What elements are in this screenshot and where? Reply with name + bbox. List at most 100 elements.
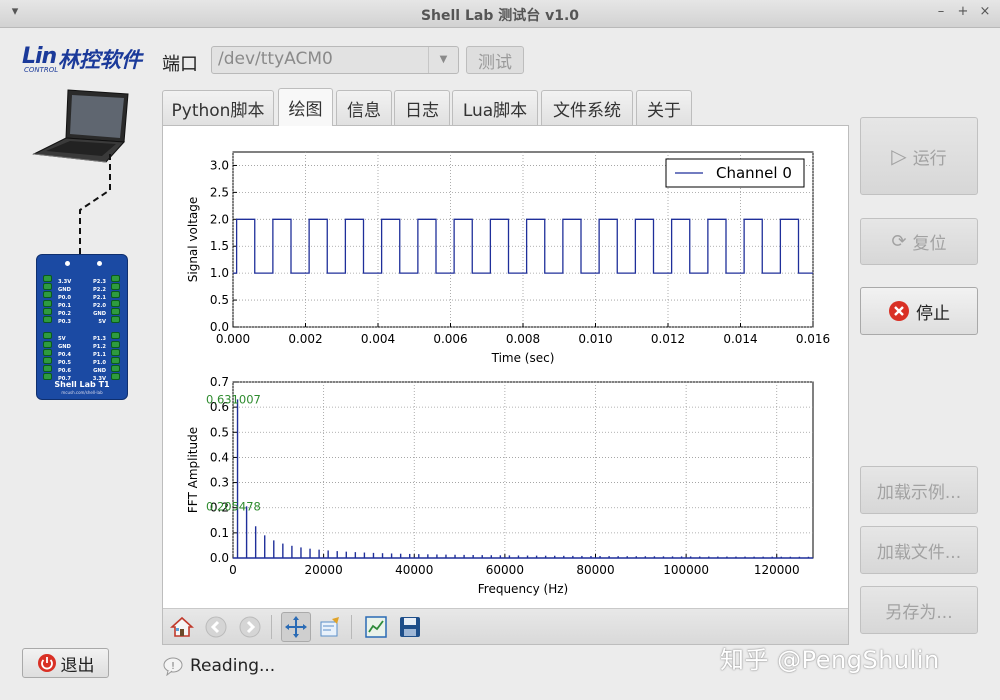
board-pin-label — [93, 327, 106, 335]
x-tick-label: 0.014 — [723, 332, 757, 346]
plot-toolbar — [163, 608, 848, 644]
board-pin-label: GND — [93, 311, 106, 318]
y-tick-label: 2.5 — [210, 185, 229, 199]
title-bar: ▾ Shell Lab 测试台 v1.0 – + × — [0, 0, 1000, 28]
x-tick-label: 0.004 — [361, 332, 395, 346]
x-tick-label: 80000 — [576, 563, 614, 577]
close-button[interactable]: × — [976, 4, 994, 19]
status-bar: ! Reading... — [162, 656, 275, 676]
exit-button[interactable]: 退出 — [22, 648, 109, 678]
chevron-down-icon[interactable]: ▼ — [428, 47, 458, 73]
board-pin-label: P0.0 — [58, 295, 71, 302]
x-tick-label: 0.016 — [796, 332, 830, 346]
port-value: /dev/ttyACM0 — [218, 49, 333, 69]
board-pin-label: 5V — [58, 335, 66, 342]
board-pin-label: P2.3 — [93, 279, 106, 285]
y-tick-label: 0.0 — [210, 551, 229, 565]
tab-plot[interactable]: 绘图 — [278, 88, 333, 126]
board-right-pin-labels: P2.3 P2.2 P2.1 P2.0 GND 5V P1.3 P1.2 P1.1 P1.0 GN… — [93, 278, 106, 383]
zoom-fit-icon[interactable] — [361, 612, 391, 642]
run-button[interactable]: ▷ 运行 — [860, 117, 978, 195]
x-tick-label: 100000 — [663, 563, 709, 577]
load-example-button[interactable]: 加载示例... — [860, 466, 978, 514]
y-tick-label: 0.7 — [210, 375, 229, 389]
x-tick-label: 0.012 — [651, 332, 685, 346]
y-tick-label: 1.5 — [210, 239, 229, 253]
x-tick-label: 0.010 — [578, 332, 612, 346]
power-icon — [37, 654, 56, 672]
watermark: 知乎 @PengShulin — [720, 646, 940, 674]
x-tick-label: 0.002 — [288, 332, 322, 346]
board-pin-label: P1.1 — [93, 351, 106, 358]
x-tick-label: 0.006 — [433, 332, 467, 346]
x-tick-label: 60000 — [486, 563, 524, 577]
tab-filesystem[interactable]: 文件系统 — [541, 90, 633, 126]
y-tick-label: 3.0 — [210, 158, 229, 172]
run-label: 运行 — [912, 148, 947, 169]
board-pin-label — [58, 327, 71, 335]
y-tick-label: 0.5 — [210, 425, 229, 439]
save-as-button[interactable]: 另存为... — [860, 586, 978, 634]
tab-python-script[interactable]: Python脚本 — [162, 90, 274, 126]
home-icon[interactable] — [167, 612, 197, 642]
board-pin-label: P2.0 — [93, 303, 106, 310]
save-icon[interactable] — [395, 612, 425, 642]
svg-text:!: ! — [171, 661, 175, 672]
board-pin-label: P0.6 — [58, 368, 71, 375]
logo-sub: CONTROL — [24, 66, 59, 74]
board-pin-label: P1.0 — [93, 359, 106, 366]
board-pin-label: P1.3 — [93, 335, 106, 342]
tab-log[interactable]: 日志 — [394, 90, 450, 126]
board-pin-label: GND — [58, 343, 71, 350]
reset-label: 复位 — [912, 234, 947, 254]
stop-icon — [889, 301, 909, 321]
test-button[interactable]: 测试 — [466, 46, 524, 74]
pan-icon[interactable] — [281, 612, 311, 642]
reset-button[interactable]: ⟳ 复位 — [860, 218, 978, 265]
minimize-button[interactable]: – — [932, 4, 950, 19]
x-axis-label: Time (sec) — [491, 351, 555, 365]
y-tick-label: 2.0 — [210, 212, 229, 226]
y-axis-label: Signal voltage — [186, 197, 200, 283]
board-pin-label: GND — [58, 287, 71, 294]
x-tick-label: 0.000 — [216, 332, 250, 346]
stop-button[interactable]: 停止 — [860, 287, 978, 335]
forward-icon[interactable] — [235, 612, 265, 642]
speech-bubble-icon: ! — [163, 657, 183, 676]
maximize-button[interactable]: + — [954, 4, 972, 19]
play-icon: ▷ — [891, 144, 907, 168]
plot-canvas[interactable]: 0.000 0.002 0.004 0.006 0.008 0.010 0.012 0.014… — [163, 126, 848, 609]
company-logo: Lin 林控软件 CONTROL — [22, 42, 144, 74]
tab-lua-script[interactable]: Lua脚本 — [452, 90, 538, 126]
y-tick-label: 0.5 — [210, 293, 229, 307]
x-axis-label: Frequency (Hz) — [478, 582, 569, 596]
board-pin-label: GND — [93, 368, 106, 375]
board-pin-label: P0.2 — [58, 311, 71, 318]
x-tick-label: 0 — [229, 563, 237, 577]
fft-chart: 0 20000 40000 60000 80000 100000 120000 0.0 0.1 0… — [186, 375, 814, 596]
charts-svg[interactable]: 0.000 0.002 0.004 0.006 0.008 0.010 0.012 0.014… — [163, 126, 848, 609]
load-file-button[interactable]: 加载文件... — [860, 526, 978, 574]
window-title: Shell Lab 测试台 v1.0 — [420, 8, 580, 24]
x-tick-label: 0.008 — [506, 332, 540, 346]
board-pin-label: P1.2 — [93, 343, 106, 350]
y-tick-label: 0.4 — [210, 450, 229, 464]
board-url: mcush.com/shell-lab — [61, 390, 103, 395]
board-pin-label: P0.3 — [58, 319, 71, 326]
tab-about[interactable]: 关于 — [636, 90, 692, 126]
subplots-icon[interactable] — [315, 612, 345, 642]
board-pin-label: P2.1 — [93, 295, 106, 302]
chart-legend: Channel 0 — [665, 158, 805, 188]
x-tick-label: 40000 — [395, 563, 433, 577]
plot-panel: 0.000 0.002 0.004 0.006 0.008 0.010 0.012 0.014… — [162, 125, 849, 645]
y-tick-label: 0.0 — [210, 320, 229, 334]
legend-entry-channel-0: Channel 0 — [716, 164, 792, 182]
exit-label: 退出 — [60, 655, 95, 676]
board-pin-label: P0.1 — [58, 303, 71, 310]
board-pin-label: P0.5 — [58, 359, 71, 366]
chart-frame — [232, 381, 814, 559]
back-icon[interactable] — [201, 612, 231, 642]
board-pin-label: P2.2 — [93, 287, 106, 294]
tab-info[interactable]: 信息 — [336, 90, 392, 126]
port-select[interactable]: /dev/ttyACM0 ▼ — [211, 46, 459, 74]
